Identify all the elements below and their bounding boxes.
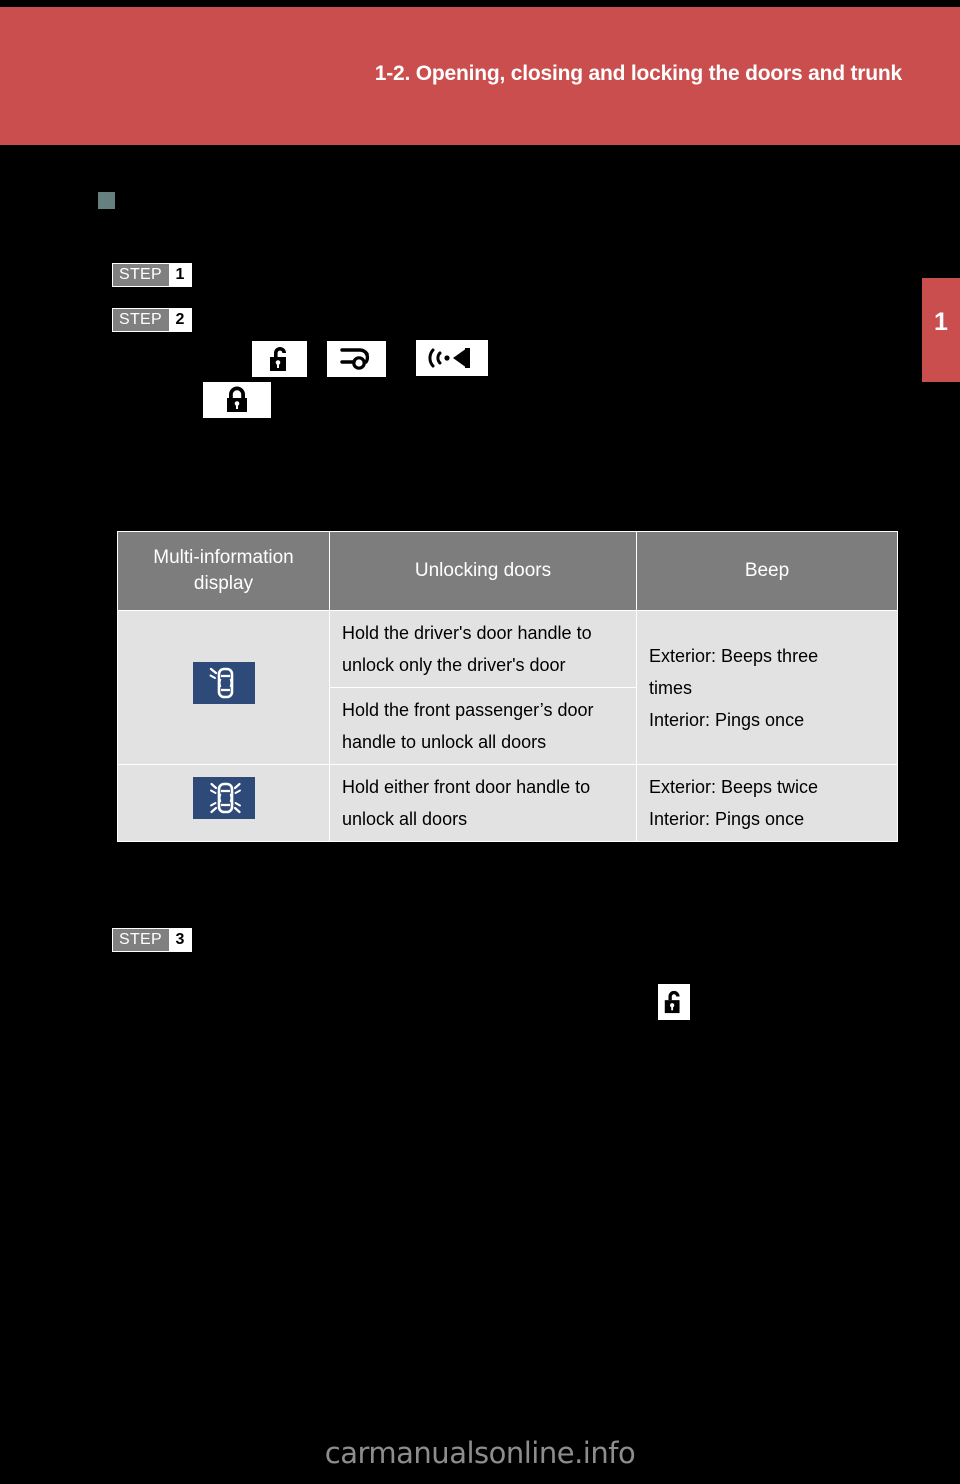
section-bullet-square [98,192,115,209]
car-all-doors-unlock-icon [192,777,255,819]
unlocking-text-driver-door: Hold the driver's door handle to unlock … [329,610,637,688]
page-header-band: 1-2. Opening, closing and locking the do… [0,7,960,145]
step-badge-number: 3 [169,929,191,951]
page-title: 1-2. Opening, closing and locking the do… [374,62,902,85]
step-badge-3: STEP 3 [112,928,192,952]
beep-text-row-1: Exterior: Beeps three times Interior: Pi… [636,610,898,765]
column-header-multi-information-display: Multi-information display [117,531,330,611]
step-badge-2: STEP 2 [112,308,192,332]
unlock-settings-table-wrapper: Multi-information display Unlocking door… [117,531,898,842]
unlocking-text-passenger-door: Hold the front passenger’s door handle t… [329,687,637,765]
table-row: Hold either front door handle to unlock … [117,764,898,842]
chapter-tab-number: 1 [934,308,948,336]
step-badge-label: STEP [119,311,162,328]
beep-text-row-2: Exterior: Beeps twice Interior: Pings on… [636,764,898,842]
step-badge-label: STEP [119,266,162,283]
unlock-padlock-icon [658,984,690,1020]
step-badge-label: STEP [119,931,162,948]
car-driver-door-unlock-icon [192,661,255,704]
column-header-unlocking-doors: Unlocking doors [329,531,637,611]
unlock-padlock-icon [252,341,307,377]
beep-line: Interior: Pings once [649,709,805,730]
table-row: Hold the driver's door handle to unlock … [117,610,898,765]
beep-line: times [649,677,693,698]
trunk-open-key-icon [327,341,386,377]
beep-line: Exterior: Beeps three [649,645,819,666]
column-header-beep: Beep [636,531,898,611]
table-header-row: Multi-information display Unlocking door… [117,531,898,611]
step-badge-1: STEP 1 [112,263,192,287]
beep-line: Interior: Pings once [649,809,805,829]
mid-icon-cell-driver-door [117,610,330,765]
step-badge-number: 1 [169,264,191,286]
locked-padlock-icon [203,382,271,418]
step-badge-number: 2 [169,309,191,331]
unlocking-text-all-doors: Hold either front door handle to unlock … [329,764,637,842]
beep-line: Exterior: Beeps twice [649,777,819,797]
site-watermark: carmanualsonline.info [324,1436,636,1470]
chapter-tab[interactable]: 1 [922,278,960,382]
unlock-settings-table: Multi-information display Unlocking door… [117,531,898,842]
speaker-beep-icon [416,340,488,376]
mid-icon-cell-all-doors [117,764,330,842]
